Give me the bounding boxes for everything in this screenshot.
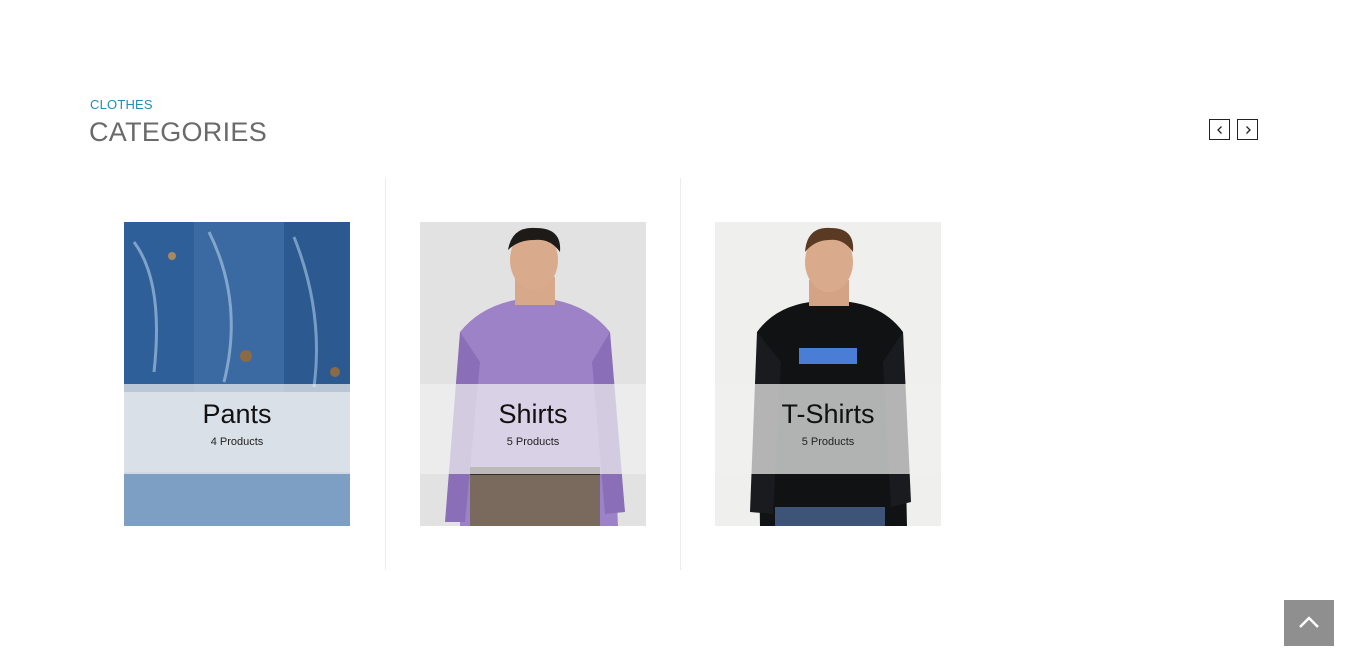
category-overlay: T-Shirts 5 Products — [715, 384, 941, 474]
category-product-count: 5 Products — [801, 436, 855, 448]
section-kicker: CLOTHES — [90, 97, 153, 112]
category-name: Pants — [202, 399, 272, 429]
category-name: T-Shirts — [781, 399, 875, 429]
man-in-purple-shirt-photo — [420, 222, 646, 526]
carousel-next-button[interactable] — [1237, 119, 1258, 140]
section-title: CATEGORIES — [89, 117, 268, 147]
carousel-prev-button[interactable] — [1209, 119, 1230, 140]
category-product-count: 5 Products — [506, 436, 560, 448]
scroll-to-top-button[interactable] — [1284, 600, 1334, 646]
category-overlay: Pants 4 Products — [124, 384, 350, 474]
category-card-tshirts[interactable]: T-Shirts 5 Products — [715, 222, 941, 526]
category-name: Shirts — [498, 399, 568, 429]
category-overlay: Shirts 5 Products — [420, 384, 646, 474]
man-in-black-tshirt-photo — [715, 222, 941, 526]
category-card-pants[interactable]: Pants 4 Products — [124, 222, 350, 526]
category-product-count: 4 Products — [210, 436, 264, 448]
chevron-up-icon — [1298, 615, 1320, 632]
category-card-shirts[interactable]: Shirts 5 Products — [420, 222, 646, 526]
denim-jeans-photo — [124, 222, 350, 526]
column-divider — [680, 178, 681, 570]
chevron-left-icon — [1215, 125, 1225, 135]
column-divider — [385, 178, 386, 570]
chevron-right-icon — [1243, 125, 1253, 135]
